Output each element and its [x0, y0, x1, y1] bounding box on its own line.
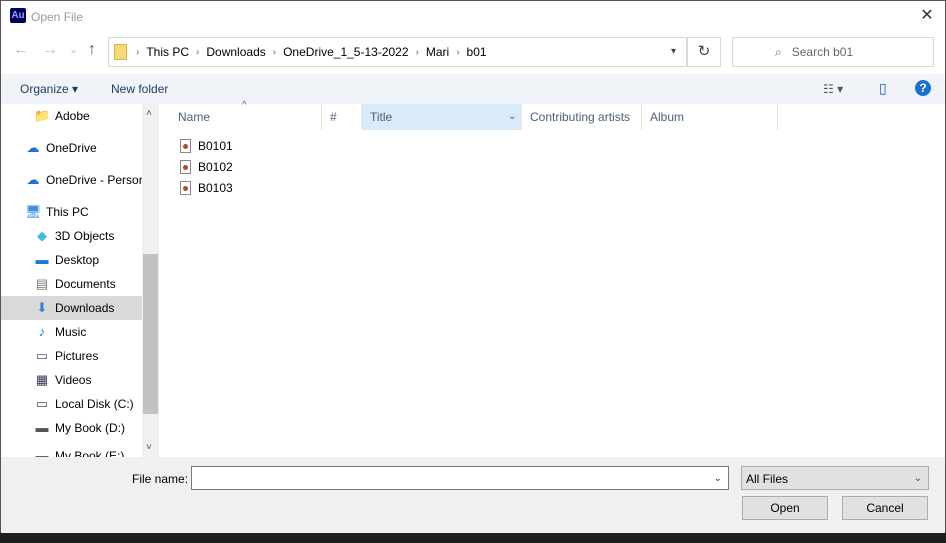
sidebar-item[interactable]: ▬ My Book (E:) — [1, 444, 142, 458]
sort-ascending-icon: ^ — [242, 100, 247, 111]
file-item[interactable]: B0102 — [180, 157, 233, 177]
file-type-select[interactable]: All Files ⌄ — [741, 466, 929, 490]
audio-file-icon — [180, 139, 191, 153]
preview-pane-icon[interactable]: ▯ — [879, 80, 887, 97]
navigation-pane: 📁 Adobe ☁ OneDrive ☁ OneDrive - Personal 🖥 This… — [1, 104, 159, 457]
title-bar: Au Open File ✕ — [1, 1, 945, 32]
sidebar-item-label: Pictures — [55, 349, 99, 363]
cloud-icon: ☁ — [26, 172, 40, 187]
drive-icon: ▬ — [35, 420, 49, 435]
file-item[interactable]: B0101 — [180, 136, 233, 156]
audition-app-icon: Au — [10, 8, 26, 23]
file-item[interactable]: B0103 — [180, 178, 233, 198]
sidebar-item-label: My Book (E:) — [55, 449, 125, 457]
sidebar-item[interactable]: ▬ My Book (D:) — [1, 416, 142, 440]
sidebar-item-label: This PC — [46, 205, 89, 219]
sidebar-item-label: Videos — [55, 373, 92, 387]
sidebar-item[interactable]: ♪ Music — [1, 320, 142, 344]
column-album[interactable]: Album — [642, 104, 778, 130]
help-icon[interactable]: ? — [915, 80, 931, 96]
breadcrumb-this-pc[interactable]: This PC — [146, 45, 189, 59]
audio-file-icon — [180, 160, 191, 174]
sidebar-item-label: 3D Objects — [55, 229, 115, 243]
videos-icon: ▦ — [35, 372, 49, 387]
column-number[interactable]: # — [322, 104, 362, 130]
bottom-bar: File name: ⌄ All Files ⌄ Open Cancel — [1, 457, 945, 533]
breadcrumb-b01[interactable]: b01 — [467, 45, 487, 59]
pictures-icon: ▭ — [35, 348, 49, 363]
search-input[interactable]: ⌕ Search b01 — [732, 37, 934, 67]
sidebar-item[interactable]: ▦ Videos — [1, 368, 142, 392]
back-arrow-icon[interactable]: ← — [13, 41, 29, 59]
chevron-down-icon[interactable]: ▾ — [671, 46, 676, 57]
scroll-down-icon[interactable]: ˅ — [146, 442, 152, 453]
close-button[interactable]: ✕ — [917, 6, 937, 26]
sidebar-item[interactable]: 📁 Adobe — [1, 104, 142, 128]
column-title[interactable]: Title — [362, 104, 522, 130]
sidebar-item[interactable]: ▭ Pictures — [1, 344, 142, 368]
sidebar-item-label: Local Disk (C:) — [55, 397, 134, 411]
refresh-button[interactable]: ↻ — [687, 37, 721, 67]
toolbar: Organize ▾ New folder ☷ ▾ ▯ ? — [1, 74, 945, 104]
cloud-icon: ☁ — [26, 140, 40, 155]
address-bar[interactable]: › This PC › Downloads › OneDrive_1_5-13-202… — [108, 37, 687, 67]
view-options-icon[interactable]: ☷ ▾ — [823, 82, 843, 96]
open-button[interactable]: Open — [742, 496, 828, 520]
sidebar-scrollbar[interactable]: ˄ ˅ — [142, 104, 159, 457]
file-list: Name ^ # Title ⌄ Contributing artists Al… — [160, 100, 946, 457]
organize-button[interactable]: Organize ▾ — [20, 82, 78, 96]
folder-sync-icon: 📁 — [34, 108, 51, 123]
new-folder-button[interactable]: New folder — [111, 82, 168, 96]
cancel-button[interactable]: Cancel — [842, 496, 928, 520]
audio-file-icon — [180, 181, 191, 195]
sidebar-item[interactable]: ▤ Documents — [1, 272, 142, 296]
sidebar-item[interactable]: ⬇ Downloads — [1, 296, 142, 320]
sidebar-item-label: Documents — [55, 277, 116, 291]
drive-icon: ▬ — [35, 448, 49, 458]
chevron-down-icon[interactable]: ⌄ — [714, 473, 722, 484]
search-icon: ⌕ — [775, 44, 782, 59]
column-filter-chevron-icon[interactable]: ⌄ — [508, 111, 516, 122]
search-placeholder: Search b01 — [791, 45, 854, 59]
column-contributing-artists[interactable]: Contributing artists — [522, 104, 642, 130]
computer-icon: 🖥 — [25, 204, 42, 219]
breadcrumb-mari[interactable]: Mari — [426, 45, 449, 59]
sidebar-item-label: Downloads — [55, 301, 115, 315]
up-arrow-icon[interactable]: ↑ — [88, 41, 96, 59]
desktop-icon: ▬ — [35, 252, 49, 267]
document-icon: ▤ — [35, 276, 49, 291]
breadcrumb-onedrive-folder[interactable]: OneDrive_1_5-13-2022 — [283, 45, 408, 59]
breadcrumb-downloads[interactable]: Downloads — [206, 45, 265, 59]
sidebar-item-label: Music — [55, 325, 87, 339]
drive-icon: ▭ — [35, 396, 49, 411]
sidebar-item-label: OneDrive - Personal — [46, 173, 142, 187]
sidebar-item[interactable]: ☁ OneDrive — [1, 136, 142, 160]
file-name-label: File name: — [132, 472, 189, 486]
forward-arrow-icon[interactable]: → — [42, 41, 58, 59]
file-name-input[interactable]: ⌄ — [191, 466, 729, 490]
folder-icon — [114, 44, 127, 60]
sidebar-item-label: My Book (D:) — [55, 421, 126, 435]
cube-icon: ◆ — [37, 228, 47, 243]
chevron-down-icon: ⌄ — [913, 473, 922, 484]
sidebar-item-label: Adobe — [55, 109, 90, 123]
sidebar-item[interactable]: ▭ Local Disk (C:) — [1, 392, 142, 416]
dialog-title: Open File — [31, 10, 84, 24]
recent-locations-icon[interactable]: ⌄ — [69, 43, 78, 56]
music-icon: ♪ — [38, 324, 46, 339]
scrollbar-thumb[interactable] — [143, 254, 158, 414]
sidebar-item-label: Desktop — [55, 253, 100, 267]
sidebar-item[interactable]: 🖥 This PC — [1, 200, 142, 224]
sidebar-item[interactable]: ◆ 3D Objects — [1, 224, 142, 248]
sidebar-item[interactable]: ▬ Desktop — [1, 248, 142, 272]
download-icon: ⬇ — [36, 300, 48, 315]
open-file-dialog: Au Open File ✕ ← → ⌄ ↑ › This PC › Downloa… — [0, 0, 946, 533]
sidebar-item[interactable]: ☁ OneDrive - Personal — [1, 168, 143, 192]
scroll-up-icon[interactable]: ˄ — [146, 108, 152, 119]
sidebar-item-label: OneDrive — [46, 141, 97, 155]
